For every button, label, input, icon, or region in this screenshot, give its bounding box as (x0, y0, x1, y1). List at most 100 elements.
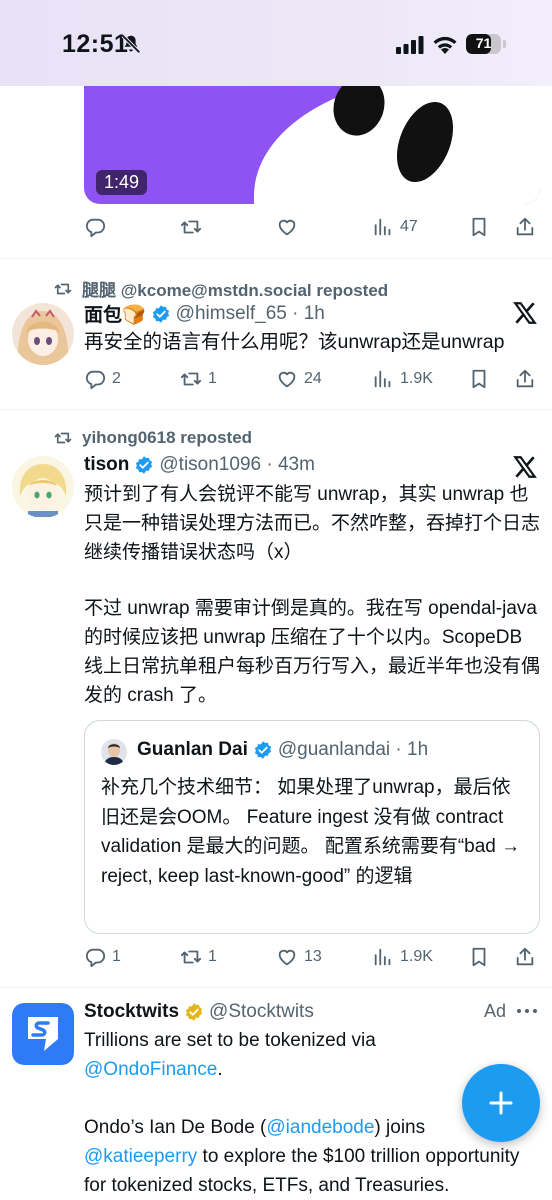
bell-slash-icon (121, 34, 141, 54)
divider (0, 409, 552, 410)
quoted-tweet-header: Guanlan Dai @guanlandai · 1h (137, 739, 428, 761)
quoted-tweet[interactable]: Guanlan Dai @guanlandai · 1h 补充几个技术细节： 如… (84, 720, 540, 934)
ad-text-line: ) joins (374, 1117, 426, 1138)
like-icon (278, 949, 296, 966)
ad-text-line: Ondo’s Ian De Bode ( (84, 1117, 267, 1138)
repost-button[interactable] (180, 212, 202, 242)
share-button[interactable] (514, 212, 536, 242)
ad-text-line: . (217, 1059, 223, 1080)
wifi-icon (433, 36, 457, 54)
like-count: 13 (304, 948, 322, 965)
tweet-text-paragraph: 不过 unwrap 需要审计倒是真的。我在写 opendal-java 的时候应… (84, 598, 541, 706)
repost-attribution-text: yihong0618 reposted (82, 428, 253, 447)
display-name[interactable]: 面包🍞 (84, 300, 146, 327)
battery-icon: 71 (466, 34, 506, 54)
bookmark-icon (472, 217, 486, 237)
repost-button[interactable]: 1 (180, 364, 217, 394)
ad-text-line: Trillions are set to be tokenized via (84, 1030, 376, 1051)
repost-icon (180, 950, 202, 964)
avatar[interactable] (12, 456, 74, 518)
bookmark-button[interactable] (468, 364, 490, 394)
verified-icon (185, 1003, 203, 1021)
bookmark-icon (472, 947, 486, 967)
action-bar: 47 (84, 212, 540, 242)
handle-time: @himself_65 · 1h (175, 302, 325, 324)
handle-time: @guanlandai · 1h (277, 739, 429, 760)
reply-button[interactable]: 2 (84, 364, 121, 394)
repost-count: 1 (208, 948, 217, 965)
views-icon (374, 370, 391, 388)
bookmark-icon (472, 369, 486, 389)
views-count: 1.9K (400, 948, 433, 965)
verified-icon (152, 304, 169, 323)
share-icon (516, 947, 534, 966)
video-duration: 1:49 (96, 170, 148, 195)
like-icon (278, 219, 296, 236)
signal-icon (396, 36, 424, 54)
views-button[interactable]: 47 (372, 212, 418, 242)
x-logo-icon (513, 302, 537, 324)
video-thumbnail[interactable]: 1:49 (84, 86, 540, 204)
like-count: 24 (304, 370, 322, 387)
repost-count: 1 (208, 370, 217, 387)
like-button[interactable]: 24 (276, 364, 322, 394)
reply-count: 1 (112, 948, 121, 965)
share-button[interactable] (514, 942, 536, 972)
tweet-text-paragraph: 预计到了有人会锐评不能写 unwrap，其实 unwrap 也只是一种错误处理方… (84, 484, 541, 563)
like-button[interactable] (276, 212, 298, 242)
share-icon (516, 369, 534, 388)
repost-button[interactable]: 1 (180, 942, 217, 972)
display-name: Guanlan Dai (137, 739, 248, 760)
tweet-header: tison @tison1096 · 43m (84, 454, 315, 476)
reply-count: 2 (112, 370, 121, 387)
views-icon (374, 948, 391, 966)
reply-icon (85, 948, 106, 968)
display-name[interactable]: Stocktwits (84, 1001, 179, 1023)
more-icon[interactable] (516, 1008, 538, 1014)
bookmark-button[interactable] (468, 212, 490, 242)
repost-attribution[interactable]: yihong0618 reposted (54, 428, 252, 448)
avatar[interactable] (12, 303, 74, 365)
views-count: 1.9K (400, 370, 433, 387)
tweet-header: Stocktwits @Stocktwits (84, 1001, 314, 1023)
like-icon (278, 371, 296, 388)
verified-icon (254, 741, 271, 759)
action-bar: 2 1 24 1.9K (84, 364, 540, 394)
divider (0, 987, 552, 988)
repost-icon (180, 220, 202, 234)
repost-attribution-text: 腿腿 @kcome@mstdn.social reposted (82, 281, 389, 300)
repost-icon (54, 432, 72, 444)
views-icon (374, 218, 391, 236)
bookmark-button[interactable] (468, 942, 490, 972)
tweet-text: 再安全的语言有什么用呢？该unwrap还是unwrap (84, 331, 505, 353)
repost-attribution[interactable]: 腿腿 @kcome@mstdn.social reposted (54, 276, 388, 301)
divider (0, 258, 552, 259)
reply-icon (85, 370, 106, 390)
share-button[interactable] (514, 364, 536, 394)
like-button[interactable]: 13 (276, 942, 322, 972)
views-button[interactable]: 1.9K (372, 364, 433, 394)
verified-icon (136, 456, 153, 474)
reply-icon (85, 218, 106, 238)
views-button[interactable]: 1.9K (372, 942, 433, 972)
display-name[interactable]: tison (84, 454, 129, 476)
avatar (101, 739, 127, 765)
compose-button[interactable] (462, 1064, 540, 1142)
mention-link[interactable]: @katieeperry (84, 1146, 197, 1167)
reply-button[interactable]: 1 (84, 942, 121, 972)
mention-link[interactable]: @iandebode (266, 1117, 374, 1138)
status-time: 12:51 (62, 30, 129, 58)
views-count: 47 (400, 218, 418, 235)
handle-time: @tison1096 · 43m (159, 454, 315, 475)
repost-icon (180, 372, 202, 386)
handle: @Stocktwits (209, 1001, 314, 1022)
repost-icon (54, 283, 72, 294)
avatar[interactable] (12, 1003, 74, 1065)
x-logo-icon (513, 456, 537, 478)
mention-link[interactable]: @OndoFinance (84, 1059, 217, 1080)
ad-label: Ad (484, 1001, 507, 1021)
battery-percent: 71 (475, 35, 492, 51)
compose-plus-icon (489, 1091, 513, 1115)
reply-button[interactable] (84, 212, 106, 242)
status-bar: 12:51 71 (0, 0, 552, 86)
